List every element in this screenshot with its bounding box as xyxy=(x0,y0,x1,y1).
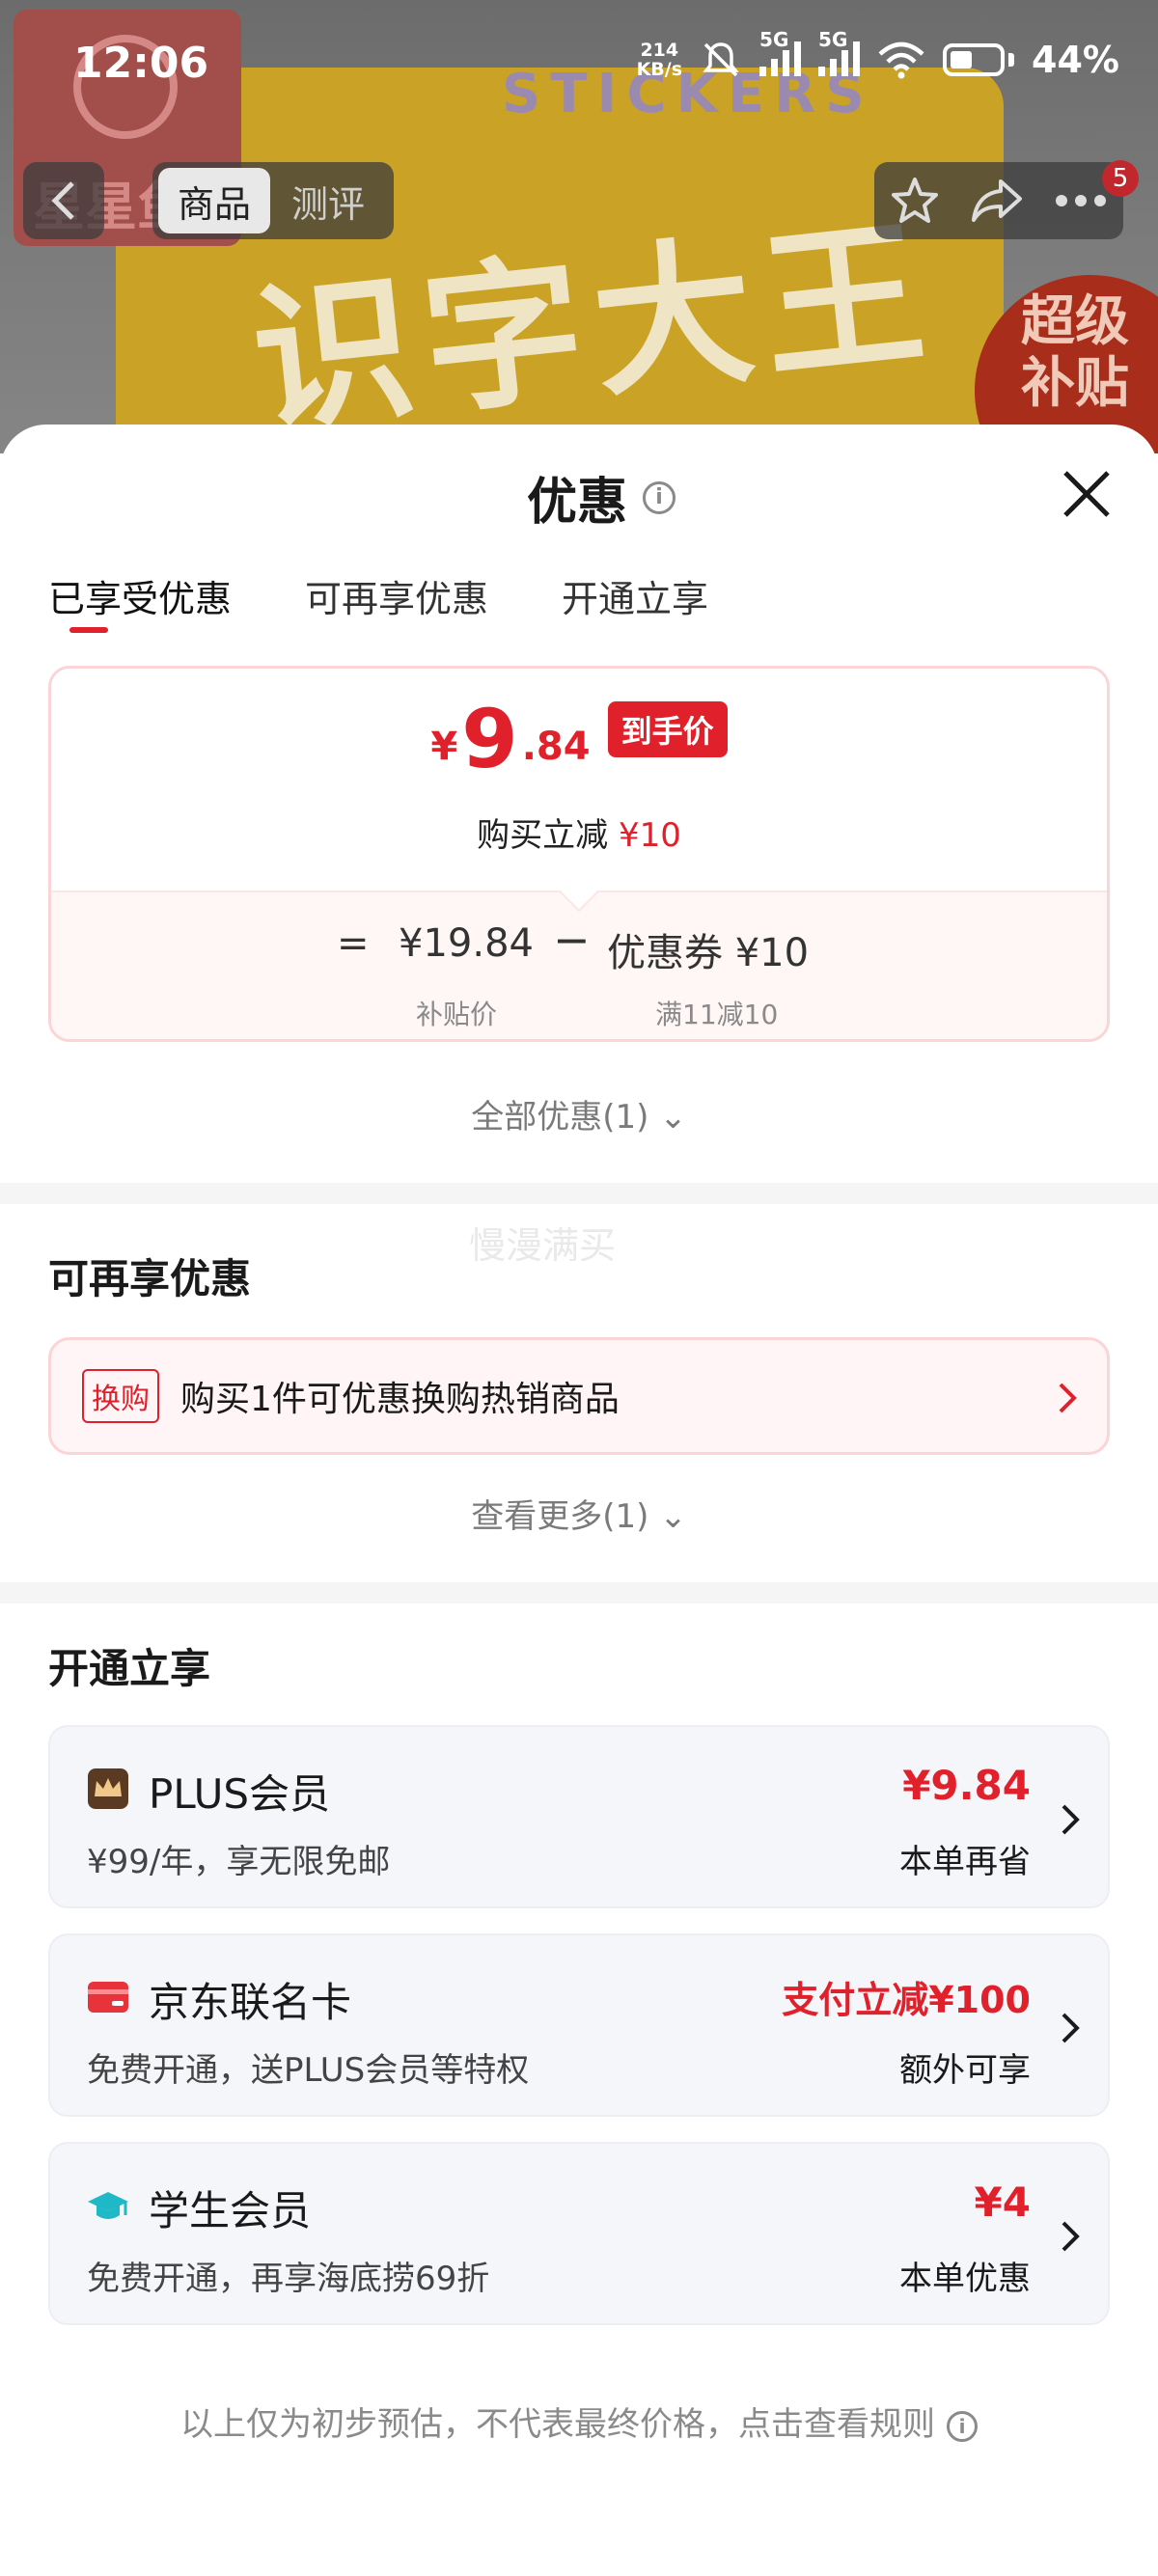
more-icon[interactable] xyxy=(1054,193,1108,208)
price-decimal: .84 xyxy=(521,725,591,769)
jd-cobrand-card[interactable]: 京东联名卡 免费开通，送PLUS会员等特权 支付立减¥100 额外可享 xyxy=(48,1933,1110,2117)
disclaimer-text: 以上仅为初步预估，不代表最终价格，点击查看规则 xyxy=(180,2405,935,2444)
tab-product[interactable]: 商品 xyxy=(158,168,270,233)
sheet-title: 优惠 xyxy=(527,474,628,532)
tab-review[interactable]: 测评 xyxy=(280,168,376,233)
final-price-card: ¥ 9 .84 到手价 购买立减 ¥10 = ¥19.84 − 优惠券 ¥10 … xyxy=(48,666,1110,1042)
card-value: 支付立减¥100 xyxy=(782,1979,1031,2021)
discount-sheet: 优惠 i 已享受优惠 可再享优惠 开通立享 ¥ 9 .84 到手价 购买立减 ¥… xyxy=(0,425,1158,2576)
back-button[interactable] xyxy=(23,162,104,239)
price-integer: 9 xyxy=(461,692,518,786)
base-price: ¥19.84 xyxy=(399,921,534,966)
save-line: 购买立减 ¥10 xyxy=(51,808,1107,856)
final-price: ¥ 9 .84 到手价 xyxy=(51,696,1107,782)
section-divider xyxy=(0,1582,1158,1603)
section-title-more: 可再享优惠 xyxy=(48,1255,252,1302)
notification-badge: 5 xyxy=(1102,160,1139,197)
plus-member-card[interactable]: PLUS会员 ¥99/年，享无限免邮 ¥9.84 本单再省 xyxy=(48,1725,1110,1908)
card-icon xyxy=(88,1982,128,2013)
card-sub: 额外可享 xyxy=(899,2051,1031,2090)
save-prefix: 购买立减 xyxy=(477,816,619,855)
discount-tabs: 已享受优惠 可再享优惠 开通立享 xyxy=(48,569,708,622)
nav-actions xyxy=(874,162,1123,239)
tab-more-available[interactable]: 可再享优惠 xyxy=(305,569,488,622)
battery-icon xyxy=(943,43,1006,76)
crown-icon xyxy=(88,1768,128,1809)
swap-offer-row[interactable]: 换购 购买1件可优惠换购热销商品 xyxy=(48,1337,1110,1455)
chevron-right-icon xyxy=(1062,2221,1080,2252)
coupon-label: 满11减10 xyxy=(655,999,779,1030)
all-deals-toggle[interactable]: 全部优惠(1) ⌄ xyxy=(0,1090,1158,1137)
final-price-area: ¥ 9 .84 到手价 购买立减 ¥10 xyxy=(51,669,1107,891)
base-price-label: 补贴价 xyxy=(416,999,498,1030)
student-member-card[interactable]: 学生会员 免费开通，再享海底捞69折 ¥4 本单优惠 xyxy=(48,2142,1110,2325)
card-desc: 免费开通，送PLUS会员等特权 xyxy=(87,2051,530,2090)
battery-nub xyxy=(1008,53,1015,67)
coupon-amount: 优惠券 ¥10 xyxy=(607,931,810,975)
chevron-right-icon xyxy=(1059,1383,1077,1413)
graduation-cap-icon xyxy=(88,2192,128,2219)
section-title-open: 开通立享 xyxy=(48,1645,211,1692)
chevron-right-icon xyxy=(1062,2013,1080,2043)
net-speed: 214 KB/s xyxy=(636,40,683,80)
battery-percent: 44% xyxy=(1032,39,1119,81)
swap-tag: 换购 xyxy=(82,1369,159,1423)
status-bar: 12:06 214 KB/s 5G 5G 44% xyxy=(0,0,1158,125)
card-name: 京东联名卡 xyxy=(149,1979,352,2026)
chevron-left-icon xyxy=(51,181,74,220)
sheet-header: 优惠 i xyxy=(527,461,676,534)
swap-text: 购买1件可优惠换购热销商品 xyxy=(180,1380,620,1419)
watermark-text: 慢漫满买 xyxy=(469,1224,617,1267)
card-desc: 免费开通，再享海底捞69折 xyxy=(87,2260,490,2298)
bell-muted-icon xyxy=(703,42,739,77)
card-desc: ¥99/年，享无限免邮 xyxy=(87,1843,391,1881)
tab-open-now[interactable]: 开通立享 xyxy=(562,569,708,622)
see-more-toggle[interactable]: 查看更多(1) ⌄ xyxy=(0,1490,1158,1537)
page-tab-switch: 商品 测评 xyxy=(152,162,394,239)
card-name: PLUS会员 xyxy=(149,1770,331,1818)
price-breakdown: = ¥19.84 − 优惠券 ¥10 补贴价 满11减10 xyxy=(51,891,1107,1039)
status-time: 12:06 xyxy=(73,39,209,88)
card-value: ¥4 xyxy=(974,2179,1031,2226)
wifi-icon xyxy=(878,41,924,79)
info-icon[interactable]: i xyxy=(643,480,676,514)
share-icon[interactable] xyxy=(970,176,1024,226)
card-value: ¥9.84 xyxy=(902,1762,1031,1809)
disclaimer-footnote[interactable]: 以上仅为初步预估，不代表最终价格，点击查看规则 i xyxy=(0,2398,1158,2445)
status-icons: 214 KB/s 5G 5G 44% xyxy=(636,28,1119,82)
signal-sim2: 5G xyxy=(818,28,861,81)
card-sub: 本单优惠 xyxy=(899,2260,1031,2298)
price-badge: 到手价 xyxy=(607,701,728,757)
save-amount: ¥10 xyxy=(618,816,681,855)
tab-enjoyed[interactable]: 已享受优惠 xyxy=(48,569,232,622)
price-currency: ¥ xyxy=(430,725,458,769)
card-sub: 本单再省 xyxy=(899,1843,1031,1881)
section-divider xyxy=(0,1183,1158,1204)
card-name: 学生会员 xyxy=(149,2187,312,2234)
minus-sign: − xyxy=(553,914,591,966)
info-icon: i xyxy=(947,2410,978,2442)
equals-sign: = xyxy=(337,921,370,966)
star-icon[interactable] xyxy=(890,176,940,226)
close-icon[interactable] xyxy=(1060,467,1114,521)
chevron-right-icon xyxy=(1062,1804,1080,1835)
signal-sim1: 5G xyxy=(759,28,802,81)
promo-badge-text: 超级补贴 xyxy=(1021,290,1129,415)
active-tab-indicator xyxy=(69,627,108,633)
